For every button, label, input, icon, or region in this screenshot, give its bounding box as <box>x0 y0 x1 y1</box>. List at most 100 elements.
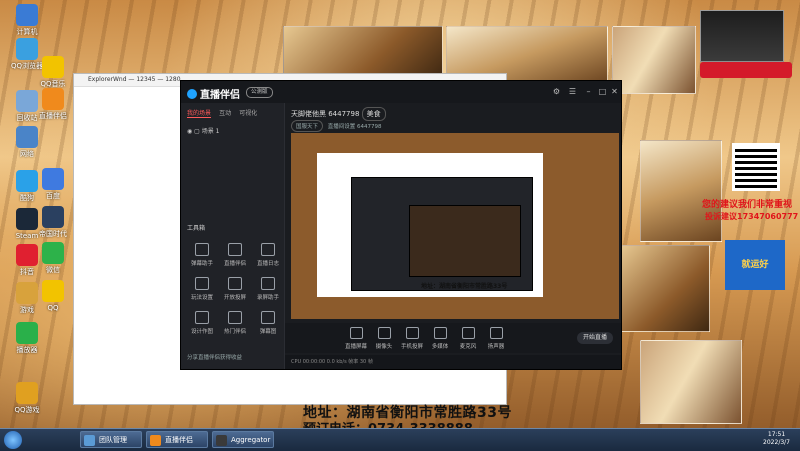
hotel-photo-5 <box>620 245 710 332</box>
tool-icon <box>261 311 275 324</box>
toolbox-title: 工具箱 <box>187 225 206 232</box>
hotel-photo-6 <box>640 340 742 424</box>
brand-name: 直播伴侣 <box>200 90 240 101</box>
desktop-icon-label: QQ <box>47 304 59 312</box>
room-settings[interactable]: 直播间设置 <box>328 124 356 130</box>
share-tip[interactable]: 分享直播伴侣获得收益 <box>187 353 242 361</box>
scene-item[interactable]: ◉ ▢ 场景 1 <box>187 126 284 135</box>
desktop-icon[interactable]: QQ游戏 <box>4 382 50 414</box>
toolbar-button[interactable]: 麦克风 <box>453 327 483 350</box>
desktop-icon[interactable]: 计算机 <box>4 4 50 36</box>
tool-button[interactable]: 弹幕图 <box>253 311 283 335</box>
room-title: 天脚佬他黑 6447798 美食 <box>291 107 389 121</box>
toolbar-button[interactable]: 手机投屏 <box>397 327 427 350</box>
desktop-icon[interactable]: 播放器 <box>4 322 50 354</box>
live-preview[interactable]: 地址：湖南省衡阳市常胜路33号 <box>291 133 619 319</box>
promo-text: 您的建议我们非常重视 <box>702 200 793 210</box>
close-icon[interactable]: ✕ <box>610 87 619 96</box>
taskbar-app-icon <box>84 435 95 446</box>
toolbar-icon <box>377 327 391 339</box>
desktop-app-icon <box>42 168 64 190</box>
tool-icon <box>228 243 242 256</box>
toolbar-label: 直播屏幕 <box>344 344 367 350</box>
tool-button[interactable]: 热门伴侣 <box>220 311 250 335</box>
promo-banner-red <box>700 62 792 78</box>
banner-ad: 就运好 <box>725 240 785 290</box>
tab-visual[interactable]: 可视化 <box>239 108 257 117</box>
tool-button[interactable]: 玩法设置 <box>187 277 217 301</box>
tool-icon <box>195 243 209 256</box>
tool-button[interactable]: 设计作图 <box>187 311 217 335</box>
toolbar-icon <box>433 327 447 339</box>
start-live-button[interactable]: 开始直播 <box>577 332 613 344</box>
toolbar-button[interactable]: 摄像头 <box>369 327 399 350</box>
desktop-icon-label: QQ游戏 <box>14 406 40 414</box>
tool-icon <box>261 243 275 256</box>
taskbar-label: 团队管理 <box>99 436 127 444</box>
taskbar-item-0[interactable]: 团队管理 <box>80 431 142 448</box>
taskbar-label: 直播伴侣 <box>165 436 193 444</box>
desktop-icon[interactable]: 网络 <box>4 126 50 158</box>
toolbar-label: 摄像头 <box>375 344 393 350</box>
desktop-app-icon <box>42 56 64 78</box>
toolbar-icon <box>349 327 363 339</box>
status-bar: CPU 00:00:00 0.0 kb/s 帧率 30 帧 <box>285 355 621 369</box>
preview-nested-scene <box>409 205 521 277</box>
taskbar-app-icon <box>216 435 227 446</box>
room-title-text: 天脚佬他黑 6447798 <box>291 110 360 118</box>
system-clock[interactable]: 17:51 2022/3/7 <box>763 431 790 447</box>
tool-button[interactable]: 录屏助手 <box>253 277 283 301</box>
desktop-icon[interactable]: 百度 <box>30 168 76 200</box>
toolbar-button[interactable]: 扬声器 <box>481 327 511 350</box>
app-header: 直播伴侣 公测版 ⚙ ☰ – □ ✕ <box>181 81 621 103</box>
tool-button[interactable]: 开放投屏 <box>220 277 250 301</box>
desktop-icon[interactable]: 直播伴侣 <box>30 88 76 120</box>
tool-label: 直播日志 <box>256 261 279 267</box>
maximize-icon[interactable]: □ <box>598 87 607 96</box>
app-brand: 直播伴侣 <box>187 86 240 101</box>
tool-button[interactable]: 直播日志 <box>253 243 283 267</box>
tool-icon <box>195 277 209 290</box>
desktop-icon-label: QQ音乐 <box>40 80 66 88</box>
room-badge[interactable]: 美食 <box>361 107 386 121</box>
desktop-icon[interactable]: QQ <box>30 280 76 312</box>
tab-interact[interactable]: 互动 <box>219 108 231 117</box>
start-button[interactable] <box>4 431 22 449</box>
taskbar-item-2[interactable]: Aggregator <box>212 431 274 448</box>
bottom-toolbar: 直播屏幕 摄像头 手机投屏 多媒体 麦克风 扬声器 开始直播 <box>285 323 621 353</box>
tool-button[interactable]: 弹幕助手 <box>187 243 217 267</box>
brand-badge: 公测版 <box>246 87 273 98</box>
tool-icon <box>261 277 275 290</box>
desktop-icon-label: 微信 <box>46 266 60 274</box>
settings-icon[interactable]: ⚙ <box>552 87 561 96</box>
desktop-app-icon <box>42 242 64 264</box>
tool-label: 玩法设置 <box>190 295 213 301</box>
desktop-icon-label: 网络 <box>20 150 34 158</box>
toolbar-icon <box>461 327 475 339</box>
tool-icon <box>195 311 209 324</box>
taskbar-item-1[interactable]: 直播伴侣 <box>146 431 208 448</box>
preview-address: 地址：湖南省衡阳市常胜路33号 <box>421 283 508 290</box>
live-companion-window[interactable]: 直播伴侣 公测版 ⚙ ☰ – □ ✕ 我的场景 互动 可视化 ◉ ▢ 场景 1 … <box>180 80 622 370</box>
tool-icon <box>228 277 242 290</box>
desktop-app-icon <box>16 322 38 344</box>
desktop-icon[interactable]: 微信 <box>30 242 76 274</box>
toolbar-label: 手机投屏 <box>400 344 423 350</box>
room-subinfo: 国服天下 直播间设置 6447798 <box>291 120 382 132</box>
tool-label: 弹幕图 <box>259 329 277 335</box>
menu-icon[interactable]: ☰ <box>568 87 577 96</box>
room-tag[interactable]: 国服天下 <box>291 120 324 132</box>
main-panel: 天脚佬他黑 6447798 美食 国服天下 直播间设置 6447798 地址：湖… <box>285 103 621 369</box>
desktop-icon-label: 帝国时代 <box>39 230 67 238</box>
toolbar-button[interactable]: 多媒体 <box>425 327 455 350</box>
tool-label: 录屏助手 <box>256 295 279 301</box>
minimize-icon[interactable]: – <box>584 87 593 96</box>
hotel-photo-3 <box>612 26 696 94</box>
desktop-icon[interactable]: QQ音乐 <box>30 56 76 88</box>
tab-scenes[interactable]: 我的场景 <box>187 108 212 118</box>
clock-time: 17:51 <box>767 431 786 438</box>
hotel-photo-4 <box>640 140 722 242</box>
toolbar-button[interactable]: 直播屏幕 <box>341 327 371 350</box>
desktop-icon[interactable]: 帝国时代 <box>30 206 76 238</box>
tool-button[interactable]: 直播伴侣 <box>220 243 250 267</box>
